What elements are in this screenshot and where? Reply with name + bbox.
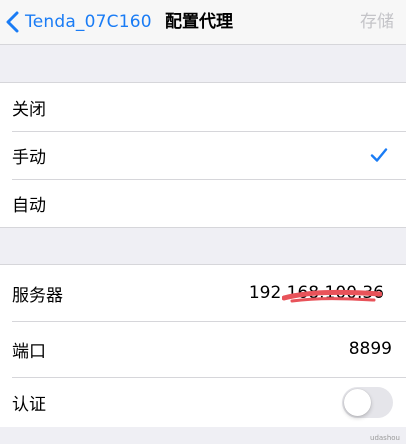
proxy-mode-auto-label: 自动 [12, 195, 46, 216]
proxy-mode-off[interactable]: 关闭 [0, 83, 406, 131]
back-label: Tenda_07C160 [25, 12, 152, 32]
proxy-mode-group: 关闭 手动 自动 [0, 82, 406, 228]
port-label: 端口 [12, 341, 46, 362]
proxy-mode-manual[interactable]: 手动 [0, 131, 406, 179]
watermark: udashou [370, 434, 400, 442]
toggle-knob [344, 388, 371, 416]
auth-label: 认证 [12, 394, 46, 415]
proxy-settings-group: 服务器 192.168.100.36 端口 8899 认证 [0, 264, 406, 427]
navigation-bar: Tenda_07C160 配置代理 存储 [0, 0, 406, 45]
save-button[interactable]: 存储 [360, 0, 394, 44]
page-title: 配置代理 [165, 12, 233, 32]
chevron-left-icon [6, 11, 19, 33]
auth-toggle[interactable] [342, 386, 393, 418]
back-button[interactable]: Tenda_07C160 [6, 0, 152, 44]
checkmark-icon [370, 148, 388, 162]
auth-row: 认证 [0, 377, 406, 427]
port-value[interactable]: 8899 [349, 339, 392, 359]
proxy-mode-manual-label: 手动 [12, 147, 46, 168]
port-row[interactable]: 端口 8899 [0, 321, 406, 377]
proxy-mode-off-label: 关闭 [12, 99, 46, 120]
server-label: 服务器 [12, 285, 63, 306]
proxy-mode-auto[interactable]: 自动 [0, 179, 406, 227]
server-row[interactable]: 服务器 192.168.100.36 [0, 265, 406, 321]
server-value[interactable]: 192.168.100.36 [249, 283, 384, 303]
